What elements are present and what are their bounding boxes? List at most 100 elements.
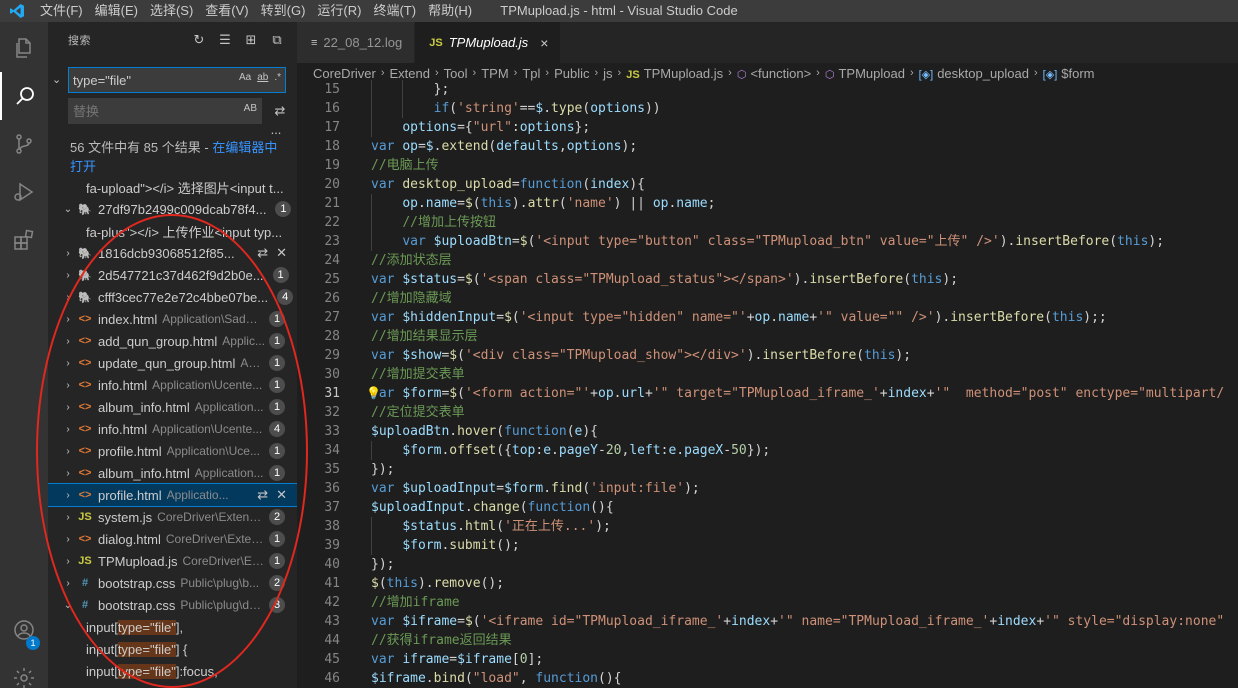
- menu-item[interactable]: 转到(G): [255, 0, 312, 22]
- breadcrumb-separator-icon: ›: [617, 67, 622, 79]
- breadcrumb-item[interactable]: [◈] $form: [1043, 66, 1095, 81]
- chevron-right-icon[interactable]: ›: [60, 336, 76, 347]
- replace-all-icon[interactable]: ⇄: [272, 103, 288, 119]
- menu-item[interactable]: 运行(R): [311, 0, 367, 22]
- result-file-row[interactable]: › <> dialog.html CoreDriver\Exten... 1: [48, 528, 297, 550]
- extensions-icon[interactable]: [0, 216, 48, 264]
- result-file-row[interactable]: › <> index.html Application\Sadm... 1: [48, 308, 297, 330]
- accounts-icon[interactable]: 1: [0, 606, 48, 654]
- chevron-right-icon[interactable]: ›: [60, 358, 76, 369]
- breadcrumb-separator-icon: ›: [435, 67, 439, 79]
- result-file-row[interactable]: › JS TPMupload.js CoreDriver\Ext... 1: [48, 550, 297, 572]
- search-input[interactable]: [69, 68, 219, 92]
- refresh-icon[interactable]: ↻: [191, 32, 207, 48]
- result-file-row[interactable]: › <> update_qun_group.html Ap... 1: [48, 352, 297, 374]
- breadcrumb-item[interactable]: ⬡ <function>: [737, 66, 811, 81]
- chevron-right-icon[interactable]: ›: [60, 468, 76, 479]
- new-search-editor-icon[interactable]: ⊞: [243, 32, 259, 48]
- breadcrumb-item[interactable]: JS TPMupload.js: [626, 66, 723, 81]
- chevron-down-icon[interactable]: ⌄: [60, 600, 76, 611]
- breadcrumb-label: CoreDriver: [313, 65, 376, 81]
- lightbulb-icon[interactable]: 💡: [366, 384, 381, 403]
- chevron-down-icon[interactable]: ⌄: [60, 204, 76, 215]
- code-token: -: [723, 443, 732, 458]
- breadcrumb-item[interactable]: Tool: [444, 66, 468, 81]
- dismiss-close-icon[interactable]: ✕: [276, 487, 287, 503]
- breadcrumb-item[interactable]: Extend: [390, 66, 430, 81]
- chevron-right-icon[interactable]: ›: [60, 534, 76, 545]
- code-editor[interactable]: 15}; 16 if('string'==$.type(options)) 17 opt…: [297, 80, 1238, 688]
- breadcrumb-item[interactable]: js: [603, 66, 612, 81]
- menu-item[interactable]: 帮助(H): [422, 0, 478, 22]
- breadcrumb-item[interactable]: CoreDriver: [313, 66, 376, 81]
- breadcrumb-item[interactable]: [◈] desktop_upload: [919, 66, 1029, 81]
- settings-gear-icon[interactable]: [0, 654, 48, 688]
- result-file-row[interactable]: › <> album_info.html Application... 1: [48, 462, 297, 484]
- chevron-right-icon[interactable]: ›: [60, 292, 76, 303]
- chevron-right-icon[interactable]: ›: [60, 446, 76, 457]
- match-line[interactable]: fa-plus"></i> 上传作业<input typ...: [48, 220, 297, 242]
- result-file-row[interactable]: › <> album_info.html Application... 1: [48, 396, 297, 418]
- dismiss-close-icon[interactable]: ✕: [276, 245, 287, 261]
- match-line[interactable]: input[type="file"],: [48, 616, 297, 638]
- replace-input[interactable]: [69, 99, 219, 123]
- match-line[interactable]: fa-upload"></i> 选择图片<input t...: [48, 176, 297, 198]
- preserve-case-icon[interactable]: AB: [244, 103, 257, 114]
- code-token: var: [371, 139, 395, 154]
- result-file-name: profile.html: [98, 443, 162, 459]
- chevron-right-icon[interactable]: ›: [60, 556, 76, 567]
- replace-all-in-file-icon[interactable]: ⇄: [257, 245, 268, 261]
- result-file-row[interactable]: ⌄ # bootstrap.css Public\plug\da... 3: [48, 594, 297, 616]
- code-token: ];: [527, 652, 544, 667]
- menu-item[interactable]: 编辑(E): [89, 0, 144, 22]
- match-line[interactable]: input[type="file"]:focus,: [48, 660, 297, 682]
- result-file-row[interactable]: ⌄ 🐘 27df97b2499c009dcab78f4... 1: [48, 198, 297, 220]
- breadcrumb-item[interactable]: Tpl: [522, 66, 540, 81]
- menu-item[interactable]: 终端(T): [367, 0, 422, 22]
- result-file-row[interactable]: › JS system.js CoreDriver\Extend\... 2: [48, 506, 297, 528]
- menu-item[interactable]: 查看(V): [199, 0, 254, 22]
- replace-all-in-file-icon[interactable]: ⇄: [257, 487, 268, 503]
- result-file-row[interactable]: › <> info.html Application\Ucente... 4: [48, 418, 297, 440]
- chevron-right-icon[interactable]: ›: [60, 270, 76, 281]
- chevron-right-icon[interactable]: ›: [60, 248, 76, 259]
- use-regex-icon[interactable]: .*: [274, 72, 281, 83]
- chevron-right-icon[interactable]: ›: [60, 314, 76, 325]
- match-whole-word-icon[interactable]: ab: [257, 72, 268, 83]
- chevron-right-icon[interactable]: ›: [60, 424, 76, 435]
- result-file-row[interactable]: › 🐘 1816dcb93068512f85... ⇄ ✕: [48, 242, 297, 264]
- toggle-replace-chevron-icon[interactable]: ⌄: [52, 73, 66, 87]
- chevron-right-icon[interactable]: ›: [60, 512, 76, 523]
- chevron-right-icon[interactable]: ›: [60, 578, 76, 589]
- chevron-right-icon[interactable]: ›: [60, 380, 76, 391]
- result-file-row[interactable]: › 🐘 2d547721c37d462f9d2b0e... 1: [48, 264, 297, 286]
- code-text: $status.html('正在上传...');: [369, 517, 611, 536]
- result-file-row[interactable]: › <> add_qun_group.html Applic... 1: [48, 330, 297, 352]
- chevron-right-icon[interactable]: ›: [60, 490, 76, 501]
- breadcrumb-item[interactable]: ⬡ TPMupload: [825, 66, 905, 81]
- match-line[interactable]: input[type="file"] {: [48, 638, 297, 660]
- editor-tab[interactable]: ≡ 22_08_12.log: [297, 22, 416, 63]
- result-file-row[interactable]: › # bootstrap.css Public\plug\b... 2: [48, 572, 297, 594]
- menu-item[interactable]: 选择(S): [144, 0, 199, 22]
- breadcrumb-item[interactable]: Public: [554, 66, 589, 81]
- explorer-icon[interactable]: [0, 24, 48, 72]
- menu-item[interactable]: 文件(F): [34, 0, 89, 22]
- run-debug-icon[interactable]: [0, 168, 48, 216]
- clear-results-icon[interactable]: ☰: [217, 32, 233, 48]
- result-file-row[interactable]: › <> profile.html Applicatio... ⇄ ✕: [48, 483, 297, 507]
- result-file-row[interactable]: › <> info.html Application\Ucente... 1: [48, 374, 297, 396]
- chevron-right-icon[interactable]: ›: [60, 402, 76, 413]
- tab-close-icon[interactable]: ×: [540, 35, 548, 51]
- editor-tab[interactable]: JS TPMupload.js ×: [415, 22, 562, 63]
- breadcrumb-item[interactable]: TPM: [481, 66, 508, 81]
- search-row: ⌄ Aa ab .*: [48, 67, 297, 93]
- search-icon[interactable]: [0, 72, 48, 120]
- source-control-icon[interactable]: [0, 120, 48, 168]
- match-case-icon[interactable]: Aa: [239, 72, 251, 83]
- collapse-all-icon[interactable]: ⧉: [269, 32, 285, 48]
- result-file-row[interactable]: › 🐘 cfff3cec77e2e72c4bbe07be... 4: [48, 286, 297, 308]
- result-file-row[interactable]: › <> profile.html Application\Uce... 1: [48, 440, 297, 462]
- code-text: $uploadInput.change(function(){: [369, 498, 614, 517]
- more-options-icon[interactable]: ...: [268, 122, 284, 138]
